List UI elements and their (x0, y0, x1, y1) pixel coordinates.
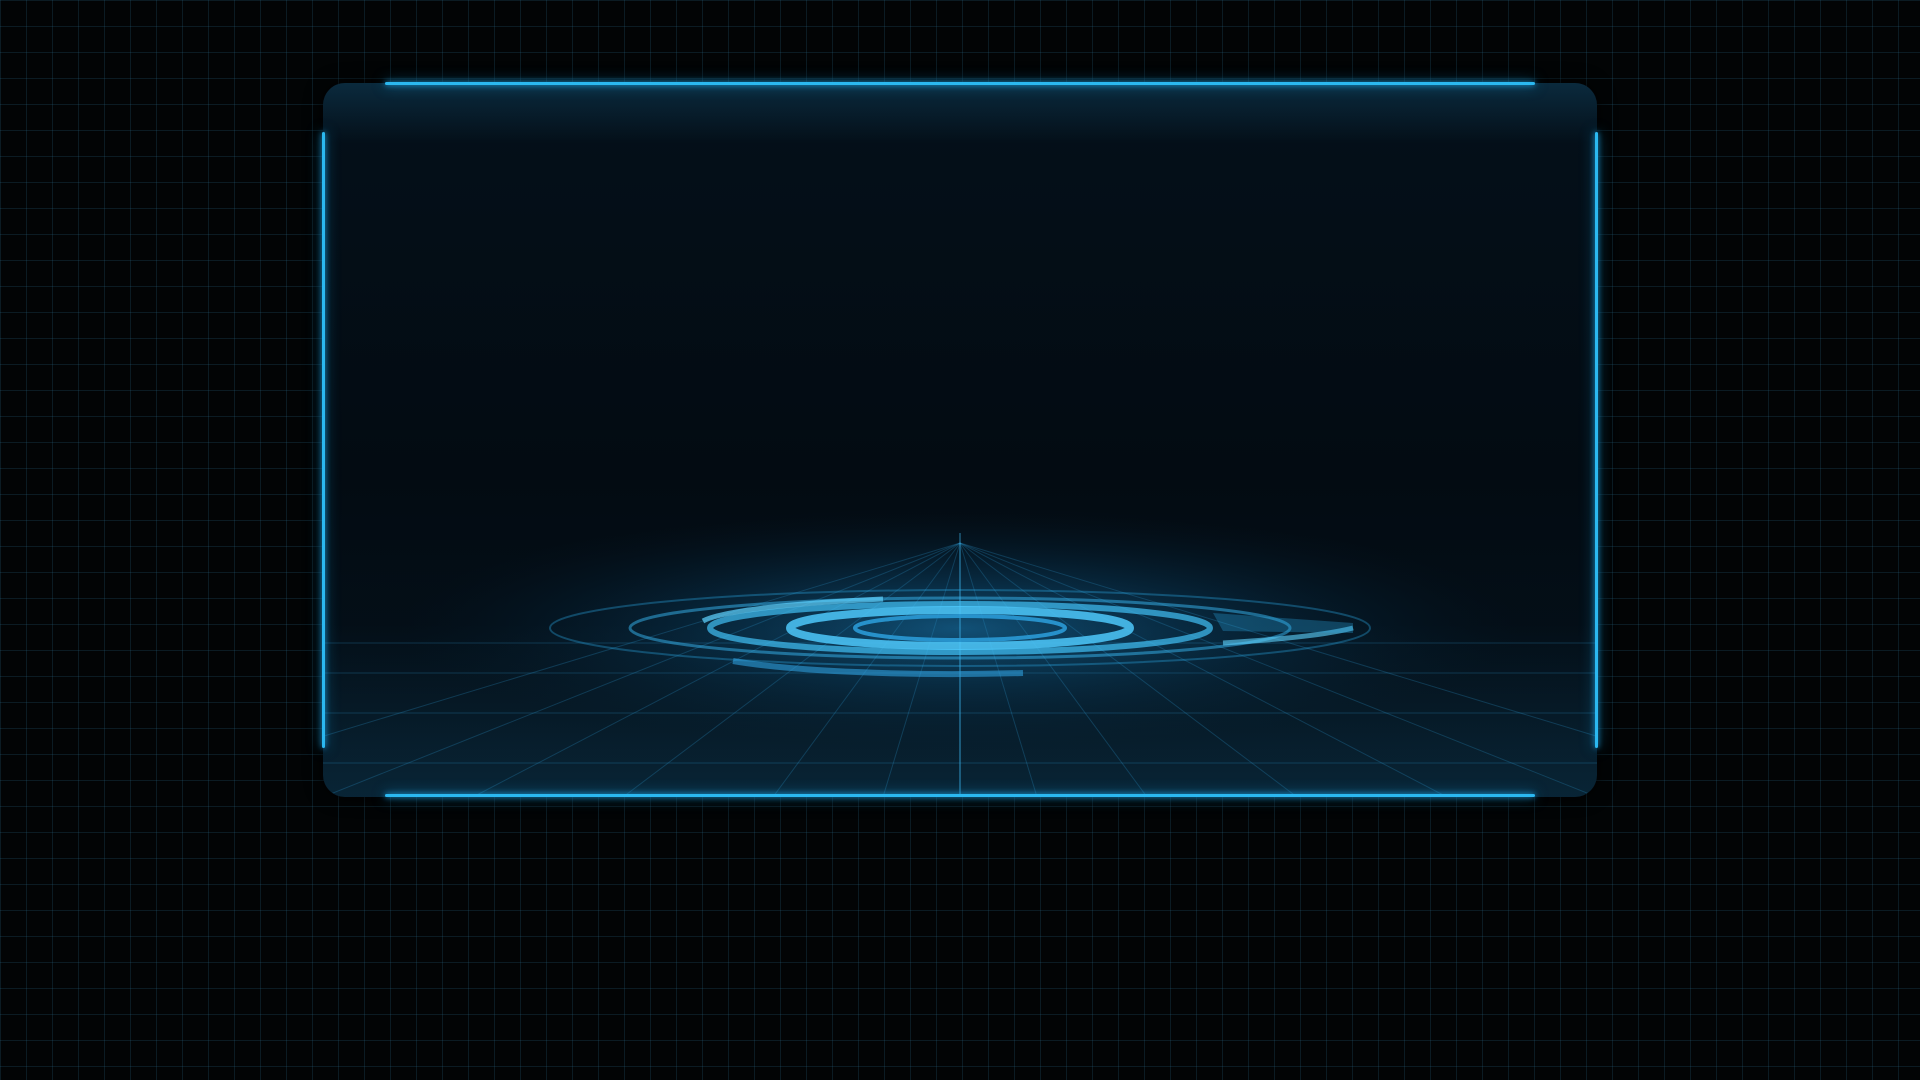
hud-background (0, 0, 1920, 1080)
holographic-floor (323, 508, 1597, 797)
frame-edge-top (385, 82, 1535, 85)
hud-frame-panel (323, 83, 1597, 797)
frame-edge-left (322, 132, 325, 748)
frame-edge-bottom (385, 794, 1535, 797)
frame-edge-right (1595, 132, 1598, 748)
